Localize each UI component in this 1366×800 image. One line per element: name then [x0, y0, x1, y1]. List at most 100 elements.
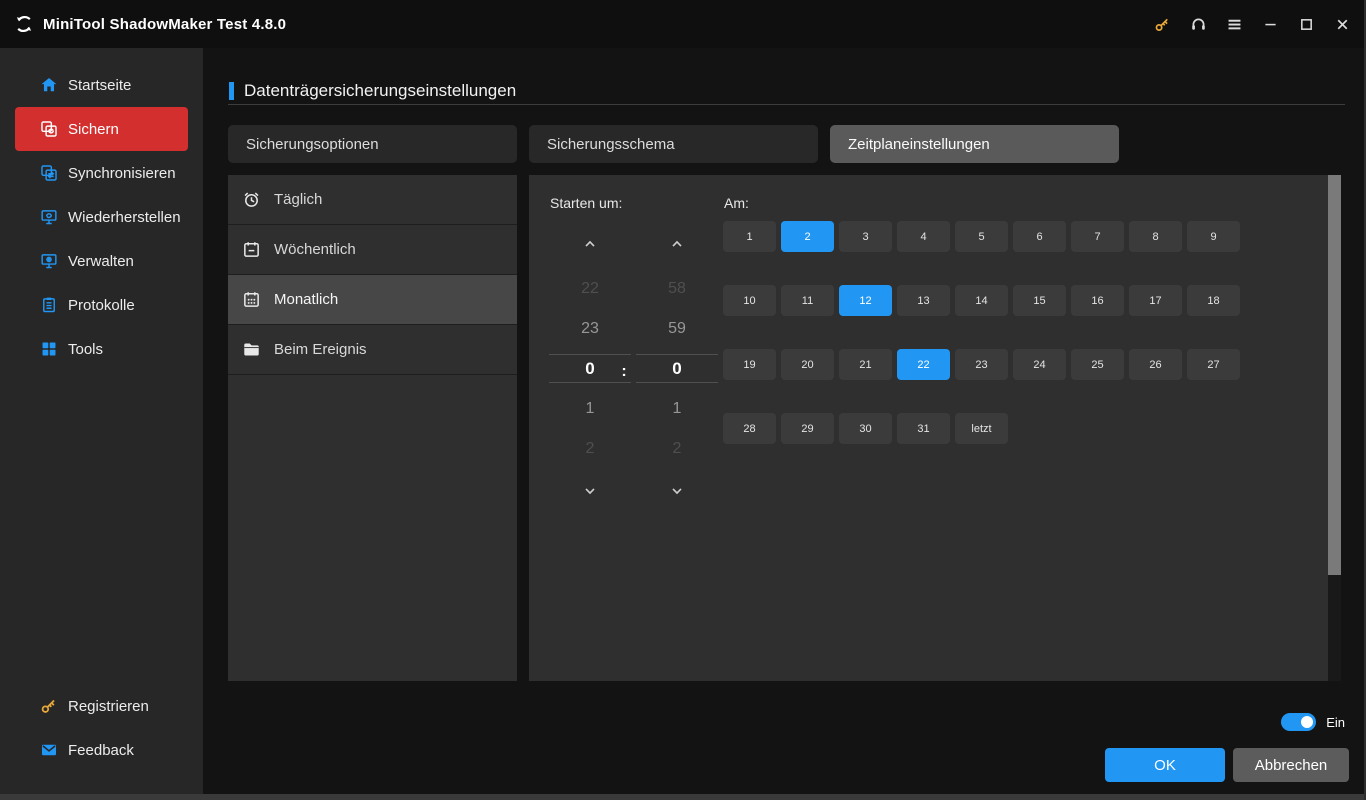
day-button-15[interactable]: 15 [1013, 285, 1066, 316]
sidebar-item-wiederherstellen[interactable]: Wiederherstellen [0, 195, 203, 239]
minute-value[interactable]: 1 [636, 389, 718, 429]
tab-zeitplaneinstellungen[interactable]: Zeitplaneinstellungen [830, 125, 1119, 163]
minute-value[interactable]: 2 [636, 429, 718, 469]
minute-value[interactable]: 58 [636, 269, 718, 309]
sidebar-item-startseite[interactable]: Startseite [0, 63, 203, 107]
support-headset-icon[interactable] [1180, 0, 1216, 48]
close-icon[interactable] [1324, 0, 1360, 48]
day-button-4[interactable]: 4 [897, 221, 950, 252]
minute-value-list: 58 59 0 1 2 [636, 269, 718, 469]
day-button-23[interactable]: 23 [955, 349, 1008, 380]
day-button-16[interactable]: 16 [1071, 285, 1124, 316]
day-button-28[interactable]: 28 [723, 413, 776, 444]
minute-up-chevron-icon[interactable] [636, 232, 718, 256]
frequency-item-w-chentlich[interactable]: Wöchentlich [228, 225, 517, 275]
toggle-state-label: Ein [1326, 714, 1345, 730]
day-button-29[interactable]: 29 [781, 413, 834, 444]
day-button-21[interactable]: 21 [839, 349, 892, 380]
schedule-toggle-row: Ein [1281, 713, 1345, 731]
manage-icon [40, 252, 58, 270]
sidebar-item-sichern[interactable]: Sichern [15, 107, 188, 151]
day-button-3[interactable]: 3 [839, 221, 892, 252]
day-button-25[interactable]: 25 [1071, 349, 1124, 380]
sidebar-item-synchronisieren[interactable]: Synchronisieren [0, 151, 203, 195]
frequency-label: Wöchentlich [274, 241, 356, 258]
sidebar-item-label: Feedback [68, 741, 134, 759]
maximize-icon[interactable] [1288, 0, 1324, 48]
hour-value[interactable]: 23 [549, 309, 631, 349]
titlebar: MiniTool ShadowMaker Test 4.8.0 [0, 0, 1366, 48]
sidebar-item-tools[interactable]: Tools [0, 327, 203, 371]
sidebar-item-label: Sichern [68, 120, 119, 138]
frequency-item-t-glich[interactable]: Täglich [228, 175, 517, 225]
minimize-icon[interactable] [1252, 0, 1288, 48]
day-button-19[interactable]: 19 [723, 349, 776, 380]
hour-value[interactable]: 2 [549, 429, 631, 469]
day-button-17[interactable]: 17 [1129, 285, 1182, 316]
sidebar-item-feedback[interactable]: Feedback [0, 728, 203, 772]
cancel-button[interactable]: Abbrechen [1233, 748, 1349, 782]
day-button-12[interactable]: 12 [839, 285, 892, 316]
menu-icon[interactable] [1216, 0, 1252, 48]
ok-button[interactable]: OK [1105, 748, 1225, 782]
day-button-10[interactable]: 10 [723, 285, 776, 316]
day-button-1[interactable]: 1 [723, 221, 776, 252]
hour-down-chevron-icon[interactable] [549, 479, 631, 503]
day-button-27[interactable]: 27 [1187, 349, 1240, 380]
sidebar-item-label: Registrieren [68, 697, 149, 715]
day-button-letzt[interactable]: letzt [955, 413, 1008, 444]
hour-value[interactable]: 1 [549, 389, 631, 429]
sidebar-item-verwalten[interactable]: Verwalten [0, 239, 203, 283]
sidebar-item-protokolle[interactable]: Protokolle [0, 283, 203, 327]
frequency-item-beim-ereignis[interactable]: Beim Ereignis [228, 325, 517, 375]
calendar-month-icon [242, 290, 261, 309]
day-button-9[interactable]: 9 [1187, 221, 1240, 252]
time-separator: : [621, 362, 627, 380]
dialog-buttons: OK Abbrechen [1105, 748, 1349, 782]
tab-sicherungsschema[interactable]: Sicherungsschema [529, 125, 818, 163]
heading-accent-bar [229, 82, 234, 100]
day-button-11[interactable]: 11 [781, 285, 834, 316]
day-button-2[interactable]: 2 [781, 221, 834, 252]
day-button-6[interactable]: 6 [1013, 221, 1066, 252]
register-key-icon[interactable] [1144, 0, 1180, 48]
mail-icon [40, 741, 58, 759]
minute-value-selected[interactable]: 0 [636, 354, 718, 383]
app-window: MiniTool ShadowMaker Test 4.8.0 Startsei… [0, 0, 1366, 800]
schedule-panel: Starten um: Am: 22 23 0 1 2 : 58 59 0 1 2 123456… [529, 175, 1341, 681]
day-of-month-grid: 1 2 3 4 5 6 7 8 9 10 11 12 13 14 15 16 17 18 19 20 21 22 23 24 2… [723, 221, 1240, 444]
day-button-26[interactable]: 26 [1129, 349, 1182, 380]
day-button-18[interactable]: 18 [1187, 285, 1240, 316]
restore-icon [40, 208, 58, 226]
day-button-24[interactable]: 24 [1013, 349, 1066, 380]
day-button-31[interactable]: 31 [897, 413, 950, 444]
toggle-knob [1301, 716, 1314, 728]
minute-down-chevron-icon[interactable] [636, 479, 718, 503]
frequency-panel: Täglich Wöchentlich Monatlich Beim Ereignis [228, 175, 517, 681]
app-logo-icon [14, 14, 34, 34]
sidebar-item-label: Startseite [68, 76, 132, 94]
day-button-22[interactable]: 22 [897, 349, 950, 380]
day-button-30[interactable]: 30 [839, 413, 892, 444]
day-button-8[interactable]: 8 [1129, 221, 1182, 252]
home-icon [40, 76, 58, 94]
day-button-20[interactable]: 20 [781, 349, 834, 380]
sidebar-item-registrieren[interactable]: Registrieren [0, 684, 203, 728]
hour-value[interactable]: 22 [549, 269, 631, 309]
logs-icon [40, 296, 58, 314]
day-button-14[interactable]: 14 [955, 285, 1008, 316]
day-button-5[interactable]: 5 [955, 221, 1008, 252]
minute-value[interactable]: 59 [636, 309, 718, 349]
start-time-label: Starten um: [550, 195, 623, 211]
folder-icon [242, 340, 261, 359]
scrollbar[interactable] [1328, 175, 1341, 681]
backup-icon [40, 120, 58, 138]
day-button-7[interactable]: 7 [1071, 221, 1124, 252]
scrollbar-thumb[interactable] [1328, 175, 1341, 575]
frequency-item-monatlich[interactable]: Monatlich [228, 275, 517, 325]
sidebar-item-label: Synchronisieren [68, 164, 176, 182]
schedule-toggle[interactable] [1281, 713, 1317, 731]
tab-sicherungsoptionen[interactable]: Sicherungsoptionen [228, 125, 517, 163]
hour-up-chevron-icon[interactable] [549, 232, 631, 256]
day-button-13[interactable]: 13 [897, 285, 950, 316]
